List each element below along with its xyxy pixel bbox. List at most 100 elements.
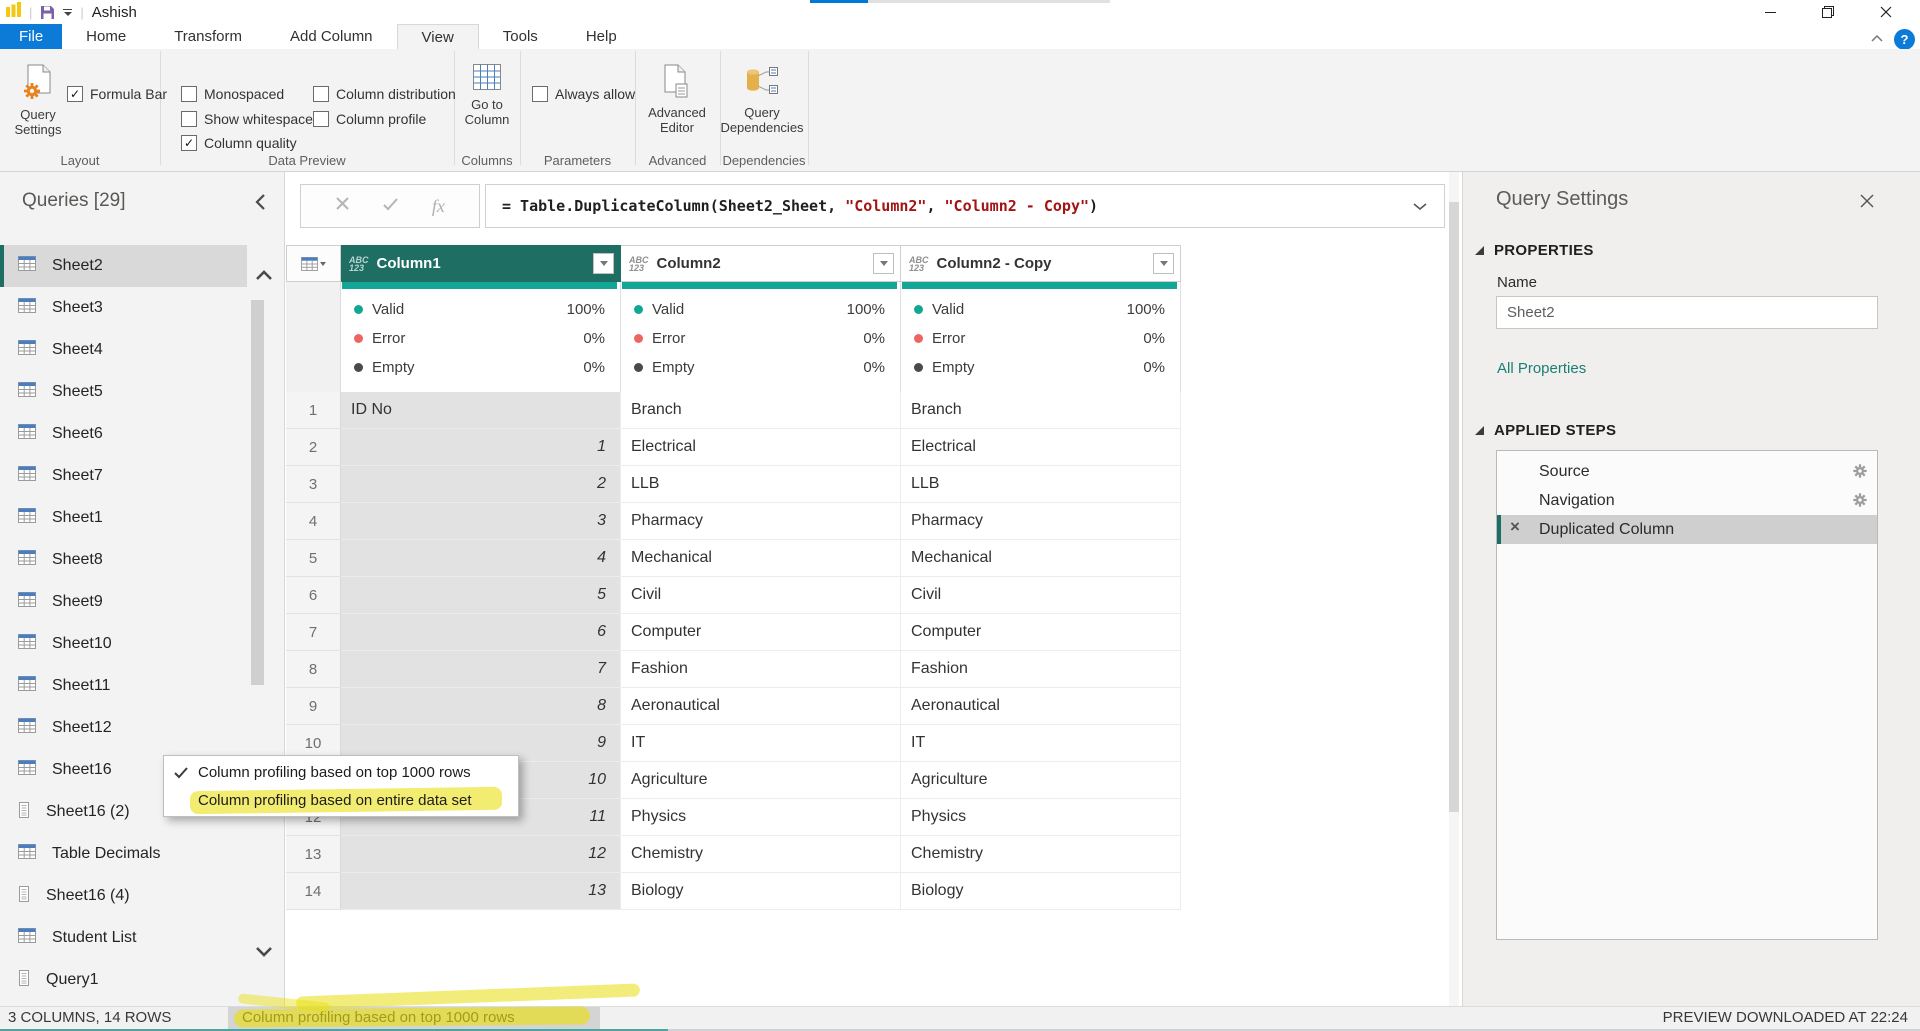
- query-settings-button[interactable]: Query Settings: [8, 63, 68, 138]
- cell[interactable]: Aeronautical: [901, 688, 1181, 725]
- tab-file[interactable]: File: [0, 24, 62, 49]
- cell[interactable]: LLB: [621, 466, 901, 503]
- quick-access-dropdown-button[interactable]: [63, 9, 72, 16]
- column-header-column2-copy[interactable]: ABC123Column2 - Copy: [901, 245, 1181, 282]
- cell[interactable]: Fashion: [901, 651, 1181, 688]
- query-dependencies-button[interactable]: Query Dependencies: [716, 63, 808, 136]
- column-filter-button[interactable]: [1153, 253, 1174, 274]
- help-button[interactable]: ?: [1894, 29, 1915, 50]
- cell[interactable]: Branch: [901, 392, 1181, 429]
- restore-button[interactable]: [1805, 0, 1851, 24]
- column-profiling-status-button[interactable]: Column profiling based on top 1000 rows: [228, 1007, 600, 1029]
- cell[interactable]: Computer: [621, 614, 901, 651]
- query-item-query1[interactable]: Query1: [0, 959, 247, 1001]
- query-item-sheet16-4[interactable]: Sheet16 (4): [0, 875, 247, 917]
- cell[interactable]: Chemistry: [621, 836, 901, 873]
- column-distribution-checkbox[interactable]: Column distribution: [313, 86, 456, 102]
- row-number[interactable]: 4: [286, 503, 341, 540]
- menu-item-column-profiling-based-on-top-1000-rows[interactable]: Column profiling based on top 1000 rows: [164, 758, 518, 786]
- save-button[interactable]: [40, 5, 55, 20]
- commit-formula-icon[interactable]: [382, 197, 399, 216]
- query-item-sheet9[interactable]: Sheet9: [0, 581, 247, 623]
- advanced-editor-button[interactable]: Advanced Editor: [636, 63, 718, 136]
- column-header-column2[interactable]: ABC123Column2: [621, 245, 901, 282]
- collapse-ribbon-button[interactable]: [1864, 30, 1890, 47]
- query-item-sheet11[interactable]: Sheet11: [0, 665, 247, 707]
- column-filter-button[interactable]: [873, 253, 894, 274]
- cell[interactable]: Physics: [621, 799, 901, 836]
- cell[interactable]: 5: [341, 577, 621, 614]
- query-item-sheet2[interactable]: Sheet2: [0, 245, 247, 287]
- cell[interactable]: LLB: [901, 466, 1181, 503]
- cell[interactable]: Chemistry: [901, 836, 1181, 873]
- tab-tools[interactable]: Tools: [479, 24, 562, 49]
- cell[interactable]: Fashion: [621, 651, 901, 688]
- step-settings-gear-icon[interactable]: [1853, 493, 1867, 512]
- column-filter-button[interactable]: [593, 253, 614, 274]
- row-number[interactable]: 2: [286, 429, 341, 466]
- show-whitespace-checkbox[interactable]: Show whitespace: [181, 111, 313, 127]
- queries-scrollbar-thumb[interactable]: [251, 300, 264, 685]
- cell[interactable]: 12: [341, 836, 621, 873]
- cell[interactable]: IT: [621, 725, 901, 762]
- tab-view[interactable]: View: [397, 24, 479, 49]
- properties-section-header[interactable]: PROPERTIES: [1475, 242, 1594, 259]
- applied-step-duplicated-column[interactable]: ×Duplicated Column: [1497, 515, 1877, 544]
- cell[interactable]: Branch: [621, 392, 901, 429]
- cell[interactable]: 1: [341, 429, 621, 466]
- collapse-queries-pane-button[interactable]: [248, 192, 272, 215]
- query-item-sheet8[interactable]: Sheet8: [0, 539, 247, 581]
- always-allow-checkbox[interactable]: Always allow: [532, 86, 635, 102]
- cell[interactable]: ID No: [341, 392, 621, 429]
- minimize-button[interactable]: [1747, 0, 1793, 24]
- row-number[interactable]: 6: [286, 577, 341, 614]
- cell[interactable]: 13: [341, 873, 621, 910]
- query-item-sheet12[interactable]: Sheet12: [0, 707, 247, 749]
- query-name-field[interactable]: [1496, 296, 1878, 329]
- tab-help[interactable]: Help: [562, 24, 641, 49]
- tab-add-column[interactable]: Add Column: [266, 24, 397, 49]
- close-query-settings-icon[interactable]: [1853, 192, 1881, 213]
- row-number[interactable]: 5: [286, 540, 341, 577]
- cell[interactable]: Pharmacy: [621, 503, 901, 540]
- monospaced-checkbox[interactable]: Monospaced: [181, 86, 284, 102]
- query-item-student-list[interactable]: Student List: [0, 917, 247, 959]
- cell[interactable]: 3: [341, 503, 621, 540]
- cell[interactable]: Aeronautical: [621, 688, 901, 725]
- query-item-sheet4[interactable]: Sheet4: [0, 329, 247, 371]
- all-properties-link[interactable]: All Properties: [1497, 360, 1586, 377]
- applied-step-source[interactable]: Source: [1497, 457, 1877, 486]
- row-number[interactable]: 14: [286, 873, 341, 910]
- column-quality-checkbox[interactable]: Column quality: [181, 135, 297, 151]
- column-header-column1[interactable]: ABC123Column1: [341, 245, 621, 282]
- cell[interactable]: Mechanical: [621, 540, 901, 577]
- query-item-sheet6[interactable]: Sheet6: [0, 413, 247, 455]
- applied-steps-section-header[interactable]: APPLIED STEPS: [1475, 422, 1616, 439]
- row-number[interactable]: 9: [286, 688, 341, 725]
- row-number[interactable]: 13: [286, 836, 341, 873]
- query-item-sheet1[interactable]: Sheet1: [0, 497, 247, 539]
- cell[interactable]: Agriculture: [901, 762, 1181, 799]
- cell[interactable]: 7: [341, 651, 621, 688]
- formula-input[interactable]: = Table.DuplicateColumn(Sheet2_Sheet, "C…: [485, 184, 1445, 228]
- row-number[interactable]: 1: [286, 392, 341, 429]
- cell[interactable]: Electrical: [901, 429, 1181, 466]
- cell[interactable]: Physics: [901, 799, 1181, 836]
- row-number[interactable]: 7: [286, 614, 341, 651]
- cell[interactable]: Biology: [621, 873, 901, 910]
- query-item-table-decimals[interactable]: Table Decimals: [0, 833, 247, 875]
- cell[interactable]: 4: [341, 540, 621, 577]
- delete-step-icon[interactable]: ×: [1510, 517, 1520, 537]
- tab-home[interactable]: Home: [62, 24, 150, 49]
- tab-transform[interactable]: Transform: [150, 24, 266, 49]
- fx-icon[interactable]: fx: [432, 196, 445, 217]
- cell[interactable]: Electrical: [621, 429, 901, 466]
- expand-formula-chevron-icon[interactable]: [1412, 197, 1428, 215]
- preview-scrollbar-thumb[interactable]: [1449, 202, 1459, 812]
- cell[interactable]: 2: [341, 466, 621, 503]
- cell[interactable]: 8: [341, 688, 621, 725]
- go-to-column-button[interactable]: Go to Column: [459, 63, 515, 128]
- query-item-sheet5[interactable]: Sheet5: [0, 371, 247, 413]
- cell[interactable]: 6: [341, 614, 621, 651]
- cell[interactable]: Pharmacy: [901, 503, 1181, 540]
